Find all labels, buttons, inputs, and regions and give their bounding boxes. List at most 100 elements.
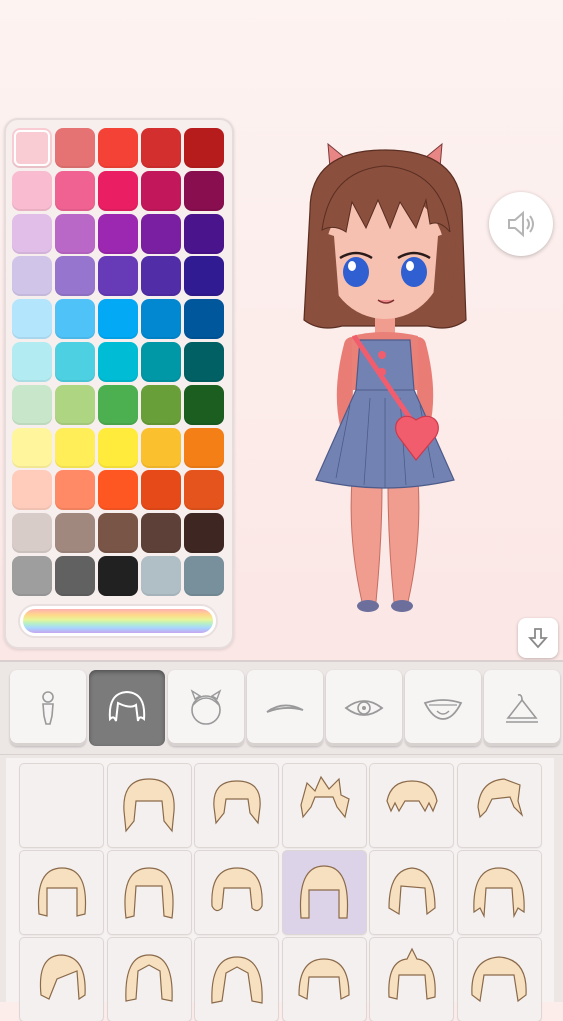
hair-option-hime[interactable] bbox=[282, 851, 366, 934]
color-swatch[interactable] bbox=[55, 128, 95, 168]
hair-style-icon bbox=[212, 779, 261, 824]
color-swatch[interactable] bbox=[184, 256, 224, 297]
tab-eyebrows[interactable] bbox=[247, 670, 323, 746]
color-swatch[interactable] bbox=[184, 299, 224, 340]
hair-option-mushroom[interactable] bbox=[282, 938, 366, 1021]
color-swatch[interactable] bbox=[184, 128, 224, 168]
hair-style-icon bbox=[300, 775, 350, 818]
color-swatch[interactable] bbox=[55, 427, 95, 468]
color-swatch[interactable] bbox=[98, 256, 138, 297]
tab-hair[interactable] bbox=[89, 670, 165, 746]
color-swatch[interactable] bbox=[141, 299, 181, 340]
color-swatch[interactable] bbox=[184, 170, 224, 211]
color-swatch[interactable] bbox=[55, 384, 95, 425]
hair-option-center-part-wide[interactable] bbox=[195, 938, 278, 1021]
color-swatch[interactable] bbox=[98, 427, 138, 468]
hair-option-bob[interactable] bbox=[107, 764, 191, 847]
color-swatch[interactable] bbox=[184, 555, 224, 596]
arrow-down-icon bbox=[527, 628, 549, 649]
hair-style-icon bbox=[385, 779, 438, 812]
color-swatch[interactable] bbox=[98, 555, 138, 596]
hair-option-tuft[interactable] bbox=[370, 938, 453, 1021]
color-swatch[interactable] bbox=[12, 256, 52, 297]
color-palette bbox=[4, 118, 234, 649]
hair-style-icon bbox=[471, 955, 527, 1002]
color-swatch[interactable] bbox=[98, 384, 138, 425]
color-swatch[interactable] bbox=[55, 256, 95, 297]
color-swatch[interactable] bbox=[141, 384, 181, 425]
color-swatch[interactable] bbox=[98, 170, 138, 211]
color-swatch[interactable] bbox=[98, 299, 138, 340]
tab-clothing[interactable] bbox=[484, 670, 560, 746]
color-swatch[interactable] bbox=[12, 555, 52, 596]
color-swatch[interactable] bbox=[12, 128, 52, 168]
hair-option-bob-short[interactable] bbox=[195, 764, 278, 847]
hair-option-shaggy[interactable] bbox=[457, 851, 541, 934]
hair-option-spiky[interactable] bbox=[282, 764, 366, 847]
speaker-icon bbox=[508, 210, 534, 238]
color-swatch[interactable] bbox=[184, 213, 224, 254]
download-button[interactable] bbox=[518, 618, 558, 658]
color-swatch[interactable] bbox=[55, 513, 95, 554]
color-swatch[interactable] bbox=[141, 513, 181, 554]
color-swatch[interactable] bbox=[184, 341, 224, 382]
color-swatch[interactable] bbox=[141, 128, 181, 168]
color-swatch[interactable] bbox=[12, 299, 52, 340]
hair-option-none[interactable] bbox=[20, 764, 103, 847]
hair-options bbox=[6, 758, 554, 1021]
hair-style-icon bbox=[124, 866, 174, 919]
hair-option-layered[interactable] bbox=[370, 851, 453, 934]
color-swatch[interactable] bbox=[141, 427, 181, 468]
hair-option-swept[interactable] bbox=[457, 764, 541, 847]
color-swatch[interactable] bbox=[55, 170, 95, 211]
color-swatch[interactable] bbox=[55, 555, 95, 596]
color-swatch[interactable] bbox=[184, 427, 224, 468]
color-swatch[interactable] bbox=[141, 256, 181, 297]
color-swatch[interactable] bbox=[141, 555, 181, 596]
color-swatch[interactable] bbox=[141, 341, 181, 382]
hair-option-long-wavy[interactable] bbox=[107, 851, 191, 934]
sound-toggle-button[interactable] bbox=[489, 192, 553, 256]
color-swatch[interactable] bbox=[12, 213, 52, 254]
color-swatch[interactable] bbox=[12, 513, 52, 554]
hair-style-icon bbox=[473, 866, 525, 918]
color-swatch[interactable] bbox=[12, 170, 52, 211]
color-swatch[interactable] bbox=[98, 470, 138, 511]
hair-option-fluffy[interactable] bbox=[457, 938, 541, 1021]
eyebrow-icon bbox=[266, 704, 304, 713]
color-swatch[interactable] bbox=[184, 513, 224, 554]
color-swatch[interactable] bbox=[55, 470, 95, 511]
color-swatch[interactable] bbox=[12, 384, 52, 425]
color-swatch[interactable] bbox=[55, 213, 95, 254]
tab-head-accessory[interactable] bbox=[168, 670, 244, 746]
hair-option-side-swept[interactable] bbox=[20, 938, 103, 1021]
hair-option-messy[interactable] bbox=[370, 764, 453, 847]
hair-style-icon bbox=[387, 866, 436, 915]
color-swatch[interactable] bbox=[98, 213, 138, 254]
color-swatch[interactable] bbox=[141, 170, 181, 211]
tab-mouth[interactable] bbox=[405, 670, 481, 746]
color-swatch[interactable] bbox=[141, 213, 181, 254]
tab-eyes[interactable] bbox=[326, 670, 402, 746]
color-swatch[interactable] bbox=[184, 384, 224, 425]
hair-icon bbox=[108, 690, 146, 722]
color-swatch[interactable] bbox=[141, 470, 181, 511]
rainbow-gradient bbox=[23, 609, 213, 633]
hair-option-grid bbox=[20, 764, 541, 1021]
custom-color-slider[interactable] bbox=[18, 604, 218, 638]
hair-option-bob-curl[interactable] bbox=[195, 851, 278, 934]
hair-style-icon bbox=[299, 864, 349, 919]
tab-body[interactable] bbox=[10, 670, 86, 746]
color-swatch[interactable] bbox=[12, 341, 52, 382]
color-swatch[interactable] bbox=[12, 470, 52, 511]
color-swatch[interactable] bbox=[184, 470, 224, 511]
hair-option-center-part[interactable] bbox=[107, 938, 191, 1021]
color-swatch[interactable] bbox=[98, 128, 138, 168]
color-swatch[interactable] bbox=[55, 341, 95, 382]
color-swatch[interactable] bbox=[12, 427, 52, 468]
color-swatch[interactable] bbox=[55, 299, 95, 340]
hair-option-bangs-flat[interactable] bbox=[20, 851, 103, 934]
color-swatch[interactable] bbox=[98, 513, 138, 554]
mouth-icon bbox=[423, 699, 463, 720]
color-swatch[interactable] bbox=[98, 341, 138, 382]
